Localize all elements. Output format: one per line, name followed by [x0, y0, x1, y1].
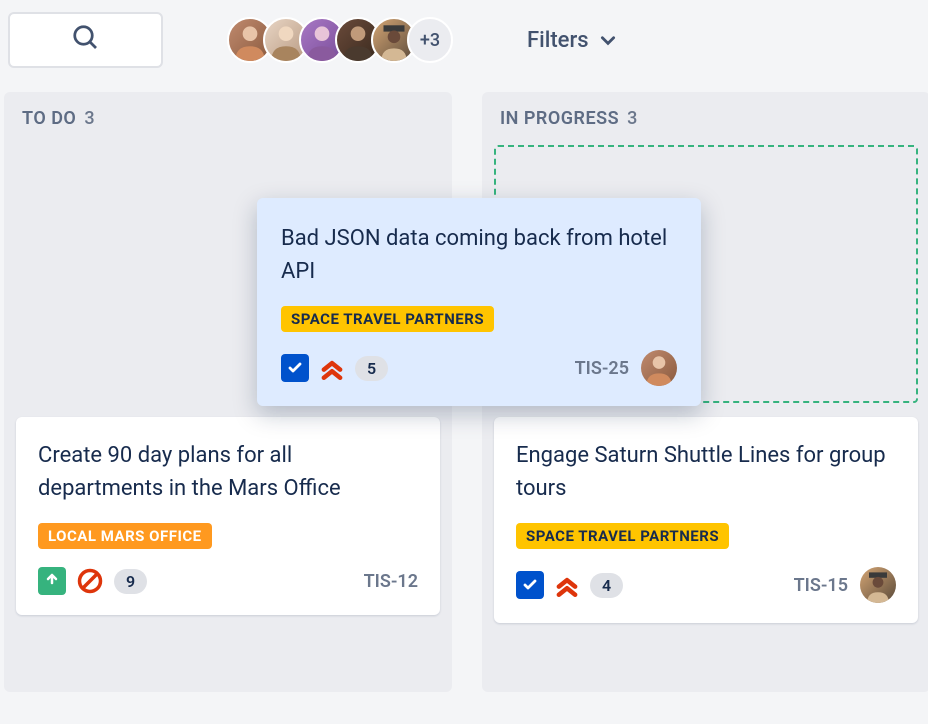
- avatar-group: +3: [227, 17, 453, 63]
- assignee-avatar[interactable]: [641, 350, 677, 386]
- card-key: TIS-12: [364, 571, 418, 592]
- card[interactable]: Engage Saturn Shuttle Lines for group to…: [494, 417, 918, 623]
- card-label: LOCAL MARS OFFICE: [38, 523, 212, 549]
- card-meta: 5: [281, 354, 388, 382]
- column-count: 3: [84, 108, 95, 129]
- card-key: TIS-25: [575, 358, 629, 379]
- column-header: TO DO 3: [16, 108, 440, 129]
- story-points: 4: [590, 573, 623, 598]
- filters-dropdown[interactable]: Filters: [527, 28, 617, 53]
- search-input[interactable]: [8, 12, 163, 68]
- column-header: IN PROGRESS 3: [494, 108, 918, 129]
- task-type-icon: [281, 354, 309, 382]
- toolbar: +3 Filters: [0, 0, 928, 80]
- card-title: Bad JSON data coming back from hotel API: [281, 222, 677, 288]
- column-title: IN PROGRESS: [500, 108, 619, 129]
- story-type-icon: [38, 567, 66, 595]
- card-title: Engage Saturn Shuttle Lines for group to…: [516, 439, 896, 505]
- card-footer: 5 TIS-25: [281, 350, 677, 386]
- filters-label: Filters: [527, 28, 589, 53]
- blocker-icon: [76, 567, 104, 595]
- chevron-down-icon: [599, 31, 617, 49]
- card-key: TIS-15: [794, 575, 848, 596]
- card[interactable]: Create 90 day plans for all departments …: [16, 417, 440, 615]
- column-count: 3: [627, 108, 638, 129]
- card-title: Create 90 day plans for all departments …: [38, 439, 418, 505]
- avatar-more[interactable]: +3: [407, 17, 453, 63]
- story-points: 9: [114, 569, 147, 594]
- card-footer: 9 TIS-12: [38, 567, 418, 595]
- card-meta: 9: [38, 567, 147, 595]
- card-label: SPACE TRAVEL PARTNERS: [516, 523, 729, 549]
- task-type-icon: [516, 571, 544, 599]
- card-right: TIS-12: [364, 571, 418, 592]
- card-meta: 4: [516, 571, 623, 599]
- priority-highest-icon: [319, 355, 345, 381]
- card-dragging[interactable]: Bad JSON data coming back from hotel API…: [257, 198, 701, 406]
- card-footer: 4 TIS-15: [516, 567, 896, 603]
- column-title: TO DO: [22, 108, 76, 129]
- card-right: TIS-15: [794, 567, 896, 603]
- card-label: SPACE TRAVEL PARTNERS: [281, 306, 494, 332]
- story-points: 5: [355, 356, 388, 381]
- card-right: TIS-25: [575, 350, 677, 386]
- search-icon: [71, 23, 101, 57]
- priority-highest-icon: [554, 572, 580, 598]
- assignee-avatar[interactable]: [860, 567, 896, 603]
